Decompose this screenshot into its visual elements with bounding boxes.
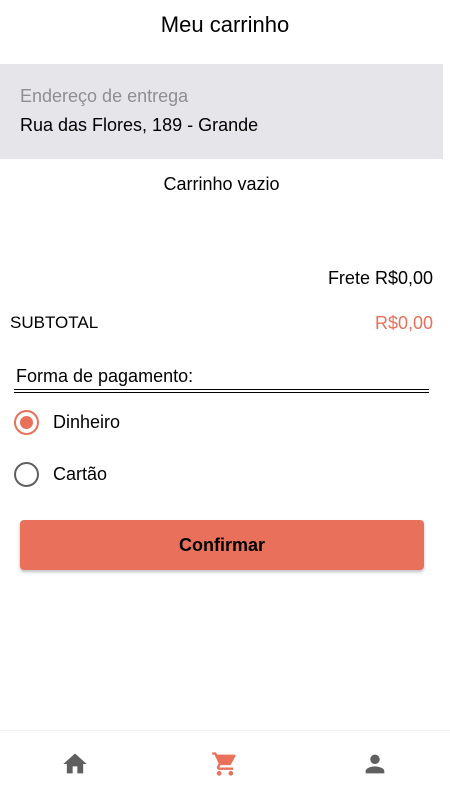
payment-method-title: Forma de pagamento: — [16, 366, 194, 386]
page-title: Meu carrinho — [160, 12, 290, 37]
payment-option-label: Dinheiro — [53, 412, 121, 432]
radio-unchecked-icon[interactable] — [14, 462, 39, 487]
home-icon — [63, 753, 87, 773]
radio-checked-icon[interactable] — [14, 410, 39, 435]
payment-option-dinheiro[interactable]: Dinheiro — [14, 410, 120, 435]
payment-option-label: Cartão — [53, 464, 108, 484]
empty-cart-message: Carrinho vazio — [163, 174, 280, 194]
cart-screen: Meu carrinho Endereço de entrega Rua das… — [0, 0, 450, 800]
shipping-cost: Frete R$0,00 — [327, 268, 433, 288]
nav-item-home[interactable] — [0, 731, 150, 800]
address-value: Rua das Flores, 189 - Grande — [20, 115, 259, 135]
subtotal-row: SUBTOTAL R$0,00 — [10, 313, 433, 334]
cart-icon — [212, 751, 236, 776]
confirm-button[interactable]: Confirmar — [20, 520, 424, 570]
subtotal-value: R$0,00 — [374, 313, 433, 333]
payment-option-cartao[interactable]: Cartão — [14, 462, 107, 487]
radio-dot — [20, 416, 33, 429]
address-label: Endereço de entrega — [20, 86, 189, 106]
nav-item-profile[interactable] — [300, 731, 450, 800]
bottom-navigation — [0, 730, 450, 800]
subtotal-label: SUBTOTAL — [10, 313, 99, 332]
nav-item-cart[interactable] — [150, 731, 300, 800]
delivery-address-card[interactable]: Endereço de entrega Rua das Flores, 189 … — [0, 64, 443, 159]
payment-divider — [14, 389, 429, 393]
profile-icon — [365, 754, 385, 773]
